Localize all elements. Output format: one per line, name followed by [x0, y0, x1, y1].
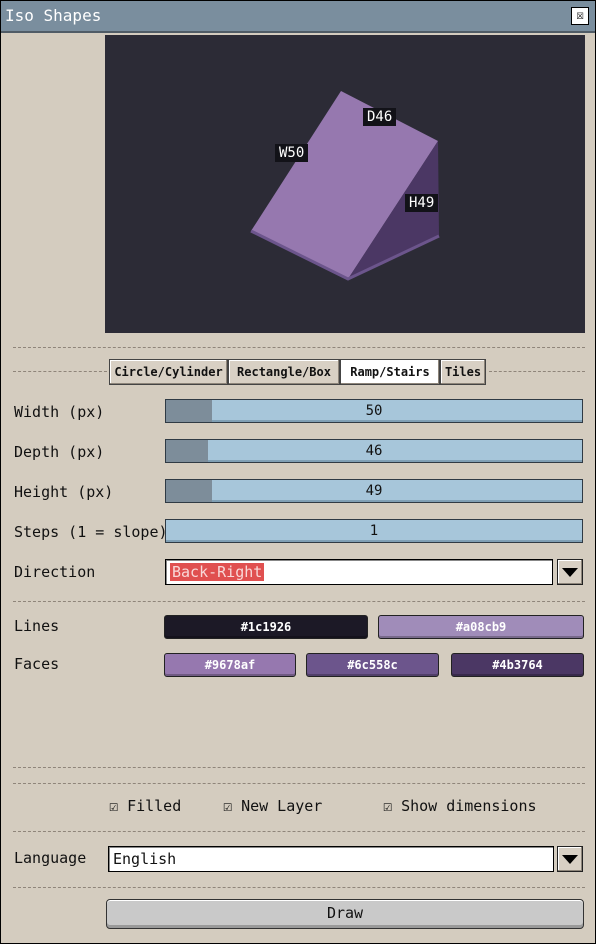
- width-dimension-label: W50: [275, 144, 309, 162]
- lines-color-1-button[interactable]: #1c1926: [164, 615, 368, 639]
- faces-color-2-button[interactable]: #6c558c: [306, 653, 439, 677]
- close-button[interactable]: ☒: [571, 7, 589, 25]
- width-label: Width (px): [14, 403, 105, 421]
- lines-color-2-hex: #a08cb9: [455, 620, 507, 634]
- width-slider-fill: [166, 400, 212, 422]
- separator: [13, 767, 585, 768]
- show-dimensions-label: Show dimensions: [401, 797, 537, 815]
- height-label: Height (px): [14, 483, 114, 501]
- separator: [13, 783, 585, 784]
- new-layer-label: New Layer: [241, 797, 323, 815]
- direction-label: Direction: [14, 563, 96, 581]
- language-select[interactable]: English: [108, 846, 554, 872]
- separator: [13, 347, 585, 348]
- faces-color-3-hex: #4b3764: [492, 658, 543, 672]
- width-value: 50: [365, 403, 383, 419]
- filled-checkbox[interactable]: ☑ Filled: [109, 797, 181, 815]
- steps-value: 1: [369, 523, 379, 539]
- separator: [13, 601, 585, 602]
- separator: [13, 887, 585, 888]
- ramp-shape-drawing: [250, 91, 440, 281]
- lines-color-2-button[interactable]: #a08cb9: [378, 615, 584, 639]
- width-slider[interactable]: 50: [165, 399, 583, 423]
- steps-slider[interactable]: 1: [165, 519, 583, 543]
- height-slider[interactable]: 49: [165, 479, 583, 503]
- chevron-down-icon: [562, 568, 578, 577]
- height-dimension-label: H49: [405, 194, 439, 212]
- separator: [13, 371, 107, 372]
- show-dimensions-checkbox[interactable]: ☑ Show dimensions: [383, 797, 537, 815]
- direction-select[interactable]: Back-Right: [165, 559, 553, 585]
- lines-label: Lines: [14, 617, 60, 635]
- faces-color-1-button[interactable]: #9678af: [164, 653, 296, 677]
- tab-ramp-stairs[interactable]: Ramp/Stairs: [340, 359, 440, 385]
- height-slider-fill: [166, 480, 212, 502]
- checkbox-checked-icon: ☑: [109, 797, 119, 815]
- depth-slider-fill: [166, 440, 208, 462]
- checkbox-checked-icon: ☑: [223, 797, 233, 815]
- filled-label: Filled: [127, 797, 182, 815]
- lines-color-1-hex: #1c1926: [240, 620, 292, 634]
- depth-value: 46: [365, 443, 383, 459]
- language-dropdown-button[interactable]: [557, 846, 583, 872]
- faces-color-3-button[interactable]: #4b3764: [451, 653, 584, 677]
- steps-label: Steps (1 = slope): [14, 523, 168, 541]
- separator: [489, 371, 585, 372]
- draw-button[interactable]: Draw: [106, 899, 584, 929]
- shape-preview: D46 W50 H49: [105, 35, 585, 333]
- height-value: 49: [365, 483, 383, 499]
- iso-shapes-dialog: Iso Shapes ☒ D46 W50 H49 Circle/Cylinder…: [0, 0, 596, 944]
- close-icon: ☒: [576, 8, 584, 23]
- faces-label: Faces: [14, 655, 60, 673]
- checkbox-checked-icon: ☑: [383, 797, 393, 815]
- tab-tiles[interactable]: Tiles: [440, 359, 486, 385]
- direction-value: Back-Right: [170, 563, 265, 581]
- depth-dimension-label: D46: [363, 108, 397, 126]
- language-label: Language: [14, 849, 87, 867]
- chevron-down-icon: [562, 855, 578, 864]
- depth-slider[interactable]: 46: [165, 439, 583, 463]
- new-layer-checkbox[interactable]: ☑ New Layer: [223, 797, 322, 815]
- language-value: English: [113, 850, 177, 868]
- tab-circle-cylinder[interactable]: Circle/Cylinder: [109, 359, 228, 385]
- tab-rectangle-box[interactable]: Rectangle/Box: [228, 359, 340, 385]
- faces-color-2-hex: #6c558c: [347, 658, 398, 672]
- window-title: Iso Shapes: [5, 6, 102, 25]
- separator: [13, 831, 585, 832]
- depth-label: Depth (px): [14, 443, 105, 461]
- direction-dropdown-button[interactable]: [557, 559, 583, 585]
- title-bar[interactable]: Iso Shapes ☒: [1, 1, 595, 33]
- faces-color-1-hex: #9678af: [204, 658, 256, 672]
